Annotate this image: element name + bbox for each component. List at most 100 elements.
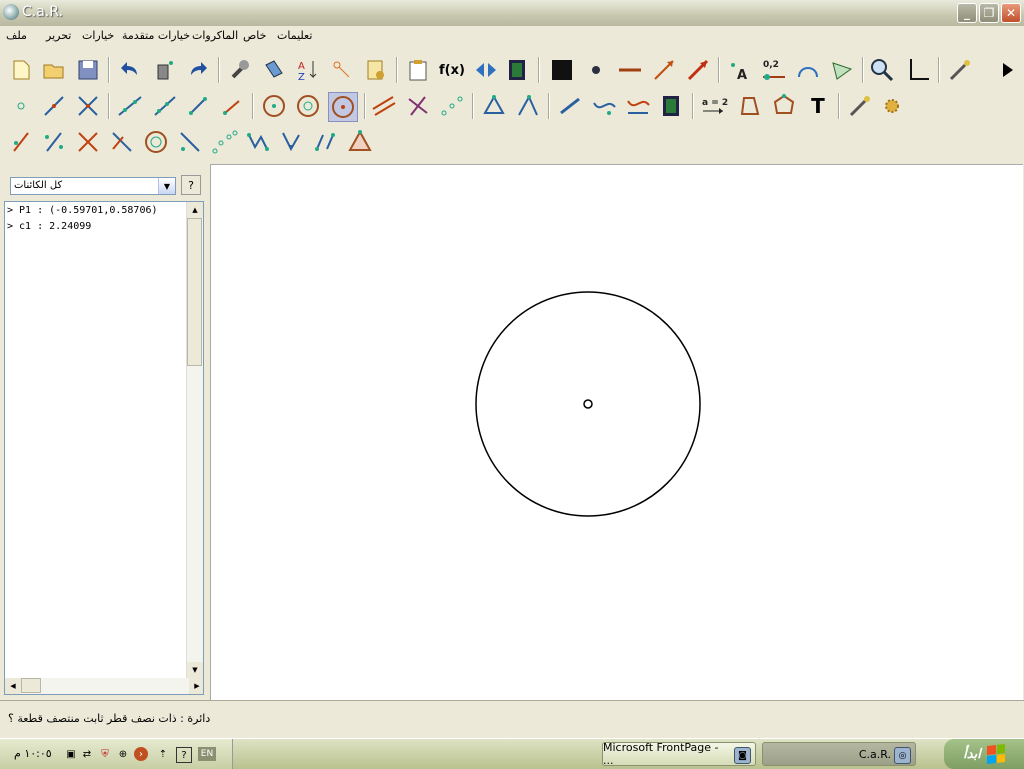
construction-canvas[interactable]: [210, 164, 1023, 700]
start-button[interactable]: ابدأ: [944, 739, 1024, 769]
fixed-circle-icon[interactable]: [328, 92, 358, 122]
save-icon[interactable]: [74, 56, 102, 84]
macro-wand-icon[interactable]: [946, 56, 974, 84]
help-button[interactable]: ?: [181, 175, 201, 195]
dot-icon[interactable]: [582, 56, 610, 84]
network-icon[interactable]: ▣: [64, 747, 78, 761]
list-item[interactable]: > c1 : 2.24099: [7, 221, 91, 232]
cross-lines-icon[interactable]: [74, 128, 102, 156]
reflect-line-icon[interactable]: [40, 128, 68, 156]
line-style-icon[interactable]: [616, 56, 644, 84]
text-tool-icon[interactable]: T: [804, 92, 832, 120]
canvas-drawing[interactable]: [211, 165, 1023, 700]
perpendicular-tool-icon[interactable]: [404, 92, 432, 120]
ray-icon[interactable]: [684, 56, 712, 84]
minimize-button[interactable]: _: [957, 3, 977, 23]
animation-tool-icon[interactable]: [658, 92, 686, 120]
axes-icon[interactable]: [904, 56, 932, 84]
line-tool-icon[interactable]: [116, 92, 144, 120]
open-folder-icon[interactable]: [40, 56, 68, 84]
coordinate-point-icon[interactable]: 0,2: [760, 56, 788, 84]
angle-bisector-icon[interactable]: [514, 92, 542, 120]
move-point-icon[interactable]: [328, 56, 356, 84]
menu-help[interactable]: تعليمات: [277, 29, 312, 42]
segment-tool-icon[interactable]: [40, 92, 68, 120]
function-icon[interactable]: f(x): [438, 56, 466, 84]
toolbar-more-icon[interactable]: [998, 56, 1018, 84]
locus-tool-icon[interactable]: [624, 92, 652, 120]
expression-tool-icon[interactable]: a = 2: [700, 92, 728, 120]
list-item[interactable]: > P1 : (-0.59701,0.58706): [7, 205, 158, 216]
delete-icon[interactable]: [150, 56, 178, 84]
intersection-tool-icon[interactable]: [74, 92, 102, 120]
maximize-button[interactable]: ❐: [979, 3, 999, 23]
help-icon[interactable]: ?: [176, 747, 192, 763]
menu-file[interactable]: ملف: [6, 29, 27, 42]
reflect-point-icon[interactable]: [7, 128, 35, 156]
quadrilateral-tool-icon[interactable]: [736, 92, 764, 120]
vector-chain-icon[interactable]: [278, 128, 306, 156]
arc-icon[interactable]: [794, 56, 822, 84]
animation-icon[interactable]: [504, 56, 532, 84]
clipboard-icon[interactable]: [404, 56, 432, 84]
menu-special[interactable]: خاص: [243, 29, 266, 42]
menu-macros[interactable]: الماكروات: [192, 29, 238, 42]
parallel-tool-icon[interactable]: [370, 92, 398, 120]
label-icon[interactable]: A: [726, 56, 754, 84]
chain-tool-icon[interactable]: [244, 128, 272, 156]
trace-tool-icon[interactable]: [590, 92, 618, 120]
app-icon[interactable]: [3, 4, 19, 20]
expand-tray-icon[interactable]: ⇡: [156, 747, 170, 761]
new-file-icon[interactable]: [7, 56, 35, 84]
mirror-icon[interactable]: [472, 56, 500, 84]
wrench-icon[interactable]: [226, 56, 254, 84]
media-icon[interactable]: ›: [134, 747, 148, 761]
macro-run-icon[interactable]: [846, 92, 874, 120]
scroll-thumb[interactable]: [21, 678, 41, 693]
ray-tool-icon[interactable]: [150, 92, 178, 120]
square-fill-icon[interactable]: [548, 56, 576, 84]
taskbar-item-frontpage[interactable]: Microsoft FrontPage - ... ◙: [602, 741, 756, 767]
scroll-down-icon[interactable]: ▼: [187, 662, 203, 678]
horizontal-scrollbar[interactable]: ◀ ▶: [5, 678, 203, 694]
move-tool-icon[interactable]: [556, 92, 584, 120]
vector-icon[interactable]: [650, 56, 678, 84]
point-tool-icon[interactable]: [7, 92, 35, 120]
triangle-tool-icon[interactable]: [346, 128, 374, 156]
point-series-icon[interactable]: [210, 128, 238, 156]
taskbar-item-car[interactable]: C.a.R. ◎: [762, 742, 916, 766]
redo-icon[interactable]: [184, 56, 212, 84]
fixed-segment-icon[interactable]: [218, 92, 246, 120]
point-pairs-icon[interactable]: [312, 128, 340, 156]
midpoint-tool-icon[interactable]: [438, 92, 466, 120]
point-p1[interactable]: [583, 399, 593, 409]
globe-icon[interactable]: ⊕: [116, 747, 130, 761]
circle-mirror-icon[interactable]: [142, 128, 170, 156]
gear-icon[interactable]: [878, 92, 906, 120]
undo-icon[interactable]: [116, 56, 144, 84]
clock[interactable]: ١٠:٠٥ م: [14, 747, 52, 760]
settings-page-icon[interactable]: [362, 56, 390, 84]
translate-icon[interactable]: [176, 128, 204, 156]
network-activity-icon[interactable]: ⇄: [80, 747, 94, 761]
scroll-up-icon[interactable]: ▲: [187, 202, 203, 218]
object-filter-select[interactable]: كل الكائنات ▼: [10, 177, 176, 195]
language-indicator[interactable]: EN: [198, 747, 216, 761]
circle-three-points-icon[interactable]: [294, 92, 322, 120]
scroll-thumb[interactable]: [187, 218, 202, 366]
object-list[interactable]: > P1 : (-0.59701,0.58706) > c1 : 2.24099…: [4, 201, 204, 695]
scroll-right-icon[interactable]: ▶: [189, 678, 203, 694]
zoom-icon[interactable]: [868, 56, 896, 84]
polygon-tool-icon[interactable]: [770, 92, 798, 120]
paint-icon[interactable]: [260, 56, 288, 84]
rotate-icon[interactable]: [108, 128, 136, 156]
shield-icon[interactable]: ⛨: [98, 747, 112, 761]
scroll-left-icon[interactable]: ◀: [5, 678, 21, 694]
menu-edit[interactable]: تحرير: [46, 29, 71, 42]
angle-icon[interactable]: [828, 56, 856, 84]
polygon-vertex-icon[interactable]: [480, 92, 508, 120]
sort-icon[interactable]: AZ: [294, 56, 322, 84]
vertical-scrollbar[interactable]: ▲ ▼: [186, 202, 203, 678]
segment-points-icon[interactable]: [184, 92, 212, 120]
circle-tool-icon[interactable]: [260, 92, 288, 120]
